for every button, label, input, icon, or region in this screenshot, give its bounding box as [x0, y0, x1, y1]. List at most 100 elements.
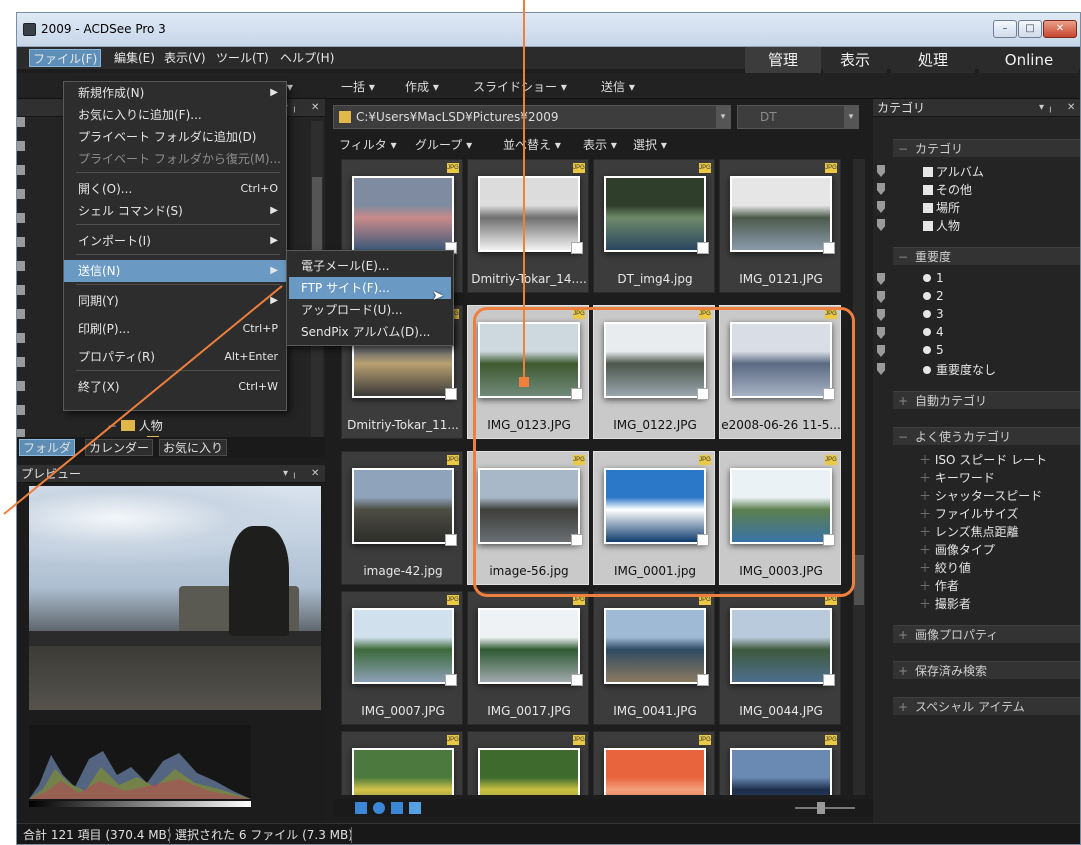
- pin-icon[interactable]: [877, 219, 885, 231]
- category-item[interactable]: ＋ ISO スピード レート: [919, 451, 1047, 468]
- category-section-header[interactable]: − 重要度: [893, 247, 1080, 265]
- category-item[interactable]: 2: [923, 289, 944, 303]
- send-menu-item[interactable]: FTP サイト(F)...: [289, 277, 451, 299]
- category-item[interactable]: アルバム: [923, 163, 984, 180]
- pin-icon[interactable]: [877, 363, 885, 375]
- pin-icon[interactable]: [877, 309, 885, 321]
- pin-icon[interactable]: [877, 183, 885, 195]
- category-item[interactable]: ＋ 絞り値: [919, 559, 971, 576]
- filter-button[interactable]: フィルタ ▾: [339, 135, 397, 155]
- dt-dropdown-icon[interactable]: ▾: [844, 106, 858, 128]
- category-item[interactable]: 場所: [923, 199, 960, 216]
- expand-icon[interactable]: +: [898, 626, 908, 644]
- file-menu-item[interactable]: 印刷(P)... Ctrl+P: [64, 318, 286, 340]
- thumbnail[interactable]: JPG image-42.jpg: [341, 451, 463, 585]
- send-menu-item[interactable]: アップロード(U)...: [289, 299, 451, 321]
- zoom-slider[interactable]: [795, 807, 855, 809]
- file-menu-item[interactable]: シェル コマンド(S) ▶: [64, 200, 286, 222]
- file-menu-item[interactable]: プロパティ(R) Alt+Enter: [64, 346, 286, 368]
- file-menu-item[interactable]: 開く(O)... Ctrl+O: [64, 178, 286, 200]
- path-field[interactable]: C:¥Users¥MacLSD¥Pictures¥2009 ▾: [333, 105, 731, 129]
- send-menu-item[interactable]: SendPix アルバム(D)...: [289, 321, 451, 343]
- thumbnail[interactable]: JPG IMG_0017.JPG: [467, 591, 589, 725]
- thumbnail[interactable]: JPG IMG_0044.JPG: [719, 591, 841, 725]
- refresh-icon[interactable]: [391, 802, 403, 814]
- category-section-header[interactable]: + 画像プロパティ: [893, 625, 1080, 644]
- thumbnail-checkbox[interactable]: [823, 242, 835, 254]
- close-icon[interactable]: ✕: [1067, 99, 1075, 117]
- category-item[interactable]: ＋ キーワード: [919, 469, 995, 486]
- thumbnail-checkbox[interactable]: [571, 388, 583, 400]
- thumbnail[interactable]: JPG e2008-06-26 11-5...: [719, 305, 841, 439]
- file-menu-item[interactable]: インポート(I) ▶: [64, 230, 286, 252]
- thumbnail[interactable]: JPG: [467, 731, 589, 795]
- thumbnail-checkbox[interactable]: [823, 534, 835, 546]
- thumbnail-checkbox[interactable]: [445, 674, 457, 686]
- grid-scrollbar[interactable]: [853, 159, 865, 795]
- tab-folders[interactable]: フォルダ: [19, 439, 76, 456]
- collapse-icon[interactable]: −: [898, 140, 908, 158]
- category-item[interactable]: ＋ シャッタースピード: [919, 487, 1042, 504]
- thumbnail[interactable]: JPG IMG_0122.JPG: [593, 305, 715, 439]
- category-item[interactable]: ＋ 画像タイプ: [919, 541, 995, 558]
- expand-icon[interactable]: +: [898, 698, 908, 716]
- toolbar-slideshow[interactable]: スライドショー ▾: [473, 78, 567, 95]
- pin-icon[interactable]: [877, 327, 885, 339]
- category-item[interactable]: ＋ 作者: [919, 577, 959, 594]
- dt-field[interactable]: DT ▾: [737, 105, 859, 129]
- close-icon[interactable]: ✕: [311, 99, 319, 117]
- send-menu-item[interactable]: 電子メール(E)...: [289, 255, 451, 277]
- thumbnail-checkbox[interactable]: [697, 534, 709, 546]
- thumbnail[interactable]: JPG IMG_0121.JPG: [719, 159, 841, 293]
- category-section-header[interactable]: + スペシャル アイテム: [893, 697, 1080, 716]
- thumbnail[interactable]: JPG image-56.jpg: [467, 451, 589, 585]
- category-section-header[interactable]: + 保存済み検索: [893, 661, 1080, 680]
- category-item[interactable]: ＋ ファイルサイズ: [919, 505, 1018, 522]
- collapse-icon[interactable]: −: [898, 428, 908, 446]
- file-menu-item[interactable]: 送信(N) ▶: [64, 260, 286, 282]
- group-button[interactable]: グループ ▾: [415, 135, 472, 155]
- category-section-header[interactable]: − よく使うカテゴリ: [893, 427, 1080, 446]
- thumbnail[interactable]: JPG: [341, 731, 463, 795]
- toolbar-batch[interactable]: 一括 ▾: [341, 78, 375, 95]
- close-button[interactable]: ✕: [1043, 20, 1077, 38]
- thumbnail[interactable]: JPG IMG_0001.jpg: [593, 451, 715, 585]
- grid-scroll-knob[interactable]: [854, 555, 864, 605]
- mode-tab-manage[interactable]: 管理: [745, 47, 821, 73]
- maximize-button[interactable]: □: [1018, 20, 1042, 38]
- path-dropdown-icon[interactable]: ▾: [716, 106, 730, 128]
- file-menu-item[interactable]: 同期(Y) ▶: [64, 290, 286, 312]
- thumbnail-checkbox[interactable]: [445, 534, 457, 546]
- tab-favorites[interactable]: お気に入り: [159, 439, 228, 456]
- toolbar-create[interactable]: 作成 ▾: [405, 78, 439, 95]
- thumbnail-checkbox[interactable]: [697, 388, 709, 400]
- category-item[interactable]: 4: [923, 325, 944, 339]
- title-bar[interactable]: 2009 - ACDSee Pro 3 – □ ✕: [17, 13, 1080, 47]
- thumbnail[interactable]: JPG: [719, 731, 841, 795]
- thumbnail-checkbox[interactable]: [571, 242, 583, 254]
- menu-tools[interactable]: ツール(T): [213, 49, 272, 67]
- category-item[interactable]: ＋ レンズ焦点距離: [919, 523, 1019, 540]
- thumbnail[interactable]: JPG IMG_0041.JPG: [593, 591, 715, 725]
- category-item[interactable]: 5: [923, 343, 944, 357]
- expand-icon[interactable]: +: [898, 662, 908, 680]
- pin-icon[interactable]: [877, 345, 885, 357]
- file-menu-item[interactable]: プライベート フォルダに追加(D): [64, 126, 286, 148]
- thumbnail-checkbox[interactable]: [571, 534, 583, 546]
- thumbnail-checkbox[interactable]: [445, 388, 457, 400]
- thumbnail[interactable]: JPG: [593, 731, 715, 795]
- category-item[interactable]: ＋ 撮影者: [919, 595, 971, 612]
- thumbnail-checkbox[interactable]: [571, 674, 583, 686]
- category-section-header[interactable]: + 自動カテゴリ: [893, 391, 1080, 409]
- thumbnail[interactable]: JPG IMG_0003.JPG: [719, 451, 841, 585]
- thumbnail[interactable]: JPG IMG_0123.JPG: [467, 305, 589, 439]
- thumbnail[interactable]: JPG IMG_0007.JPG: [341, 591, 463, 725]
- menu-edit[interactable]: 編集(E): [111, 49, 158, 67]
- pin-icon[interactable]: ▾ ╷: [1039, 99, 1053, 117]
- tree-item-people[interactable]: − 人物: [107, 417, 163, 434]
- sort-button[interactable]: 並べ替え ▾: [503, 135, 561, 155]
- pin-icon[interactable]: [877, 273, 885, 285]
- mode-tab-online[interactable]: Online: [979, 47, 1079, 73]
- thumbnail-checkbox[interactable]: [697, 674, 709, 686]
- thumbnail[interactable]: JPG Dmitriy-Tokar_14....: [467, 159, 589, 293]
